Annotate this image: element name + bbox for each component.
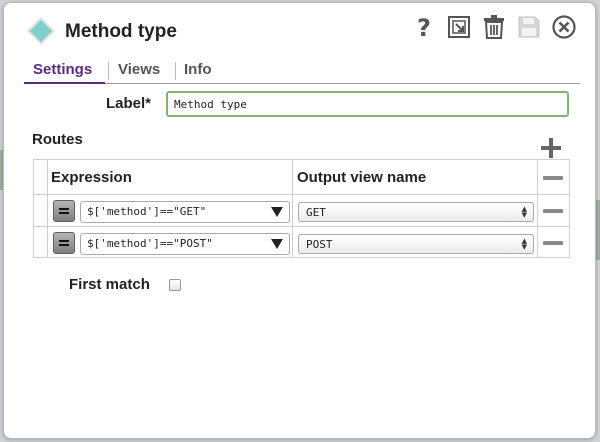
first-match-checkbox[interactable]: [169, 279, 181, 291]
first-match-label: First match: [69, 276, 150, 293]
save-icon: [518, 16, 539, 37]
snap-settings-dialog: Method type ? Settings Views Info Label*…: [3, 2, 596, 439]
trash-icon: [483, 14, 504, 39]
expression-column-header: Expression: [51, 169, 132, 186]
output-view-value: GET: [306, 206, 326, 219]
tab-settings[interactable]: Settings: [33, 61, 92, 78]
dialog-toolbar: ?: [410, 13, 577, 40]
help-button[interactable]: ?: [410, 13, 437, 40]
column-divider: [47, 160, 48, 257]
expression-dropdown[interactable]: $['method']=="GET": [80, 201, 290, 223]
column-divider: [537, 160, 538, 257]
routes-label: Routes: [32, 131, 83, 148]
caret-down-icon: [271, 239, 283, 249]
row-divider: [34, 226, 569, 227]
tab-divider: [175, 62, 176, 80]
expression-editor-button[interactable]: [53, 232, 75, 254]
caret-down-icon: [271, 207, 283, 217]
column-divider: [292, 160, 293, 257]
export-icon: [447, 15, 470, 38]
label-field-label: Label*: [106, 95, 152, 112]
snap-diamond-icon: [27, 17, 55, 45]
tab-bar: Settings Views Info: [24, 59, 580, 84]
expression-dropdown[interactable]: $['method']=="POST": [80, 233, 290, 255]
help-icon: ?: [417, 14, 431, 40]
expression-editor-button[interactable]: [53, 200, 75, 222]
expression-value: $['method']=="GET": [87, 205, 207, 218]
add-route-icon[interactable]: [540, 137, 562, 159]
routes-table: Expression Output view name $['method']=…: [33, 159, 570, 258]
tab-info[interactable]: Info: [184, 61, 212, 78]
output-view-select[interactable]: GET ▲ ▼: [298, 202, 534, 222]
updown-arrows-icon: ▲ ▼: [521, 237, 527, 251]
tab-divider: [108, 62, 109, 80]
output-view-column-header: Output view name: [297, 169, 427, 186]
label-input[interactable]: [166, 91, 569, 117]
active-tab-indicator: [24, 82, 105, 84]
expression-value: $['method']=="POST": [87, 237, 213, 250]
remove-route-icon[interactable]: [543, 241, 563, 245]
dialog-title: Method type: [65, 21, 177, 42]
output-view-value: POST: [306, 238, 333, 251]
export-button[interactable]: [445, 13, 472, 40]
remove-route-icon[interactable]: [543, 209, 563, 213]
output-view-select[interactable]: POST ▲ ▼: [298, 234, 534, 254]
tab-views[interactable]: Views: [118, 61, 160, 78]
remove-all-routes-icon[interactable]: [543, 176, 563, 180]
delete-button[interactable]: [480, 13, 507, 40]
save-button[interactable]: [515, 13, 542, 40]
row-divider: [34, 194, 569, 195]
background-canvas-right: [596, 200, 600, 260]
close-icon: [551, 14, 576, 39]
svg-text:?: ?: [417, 14, 431, 40]
updown-arrows-icon: ▲ ▼: [521, 205, 527, 219]
close-button[interactable]: [550, 13, 577, 40]
